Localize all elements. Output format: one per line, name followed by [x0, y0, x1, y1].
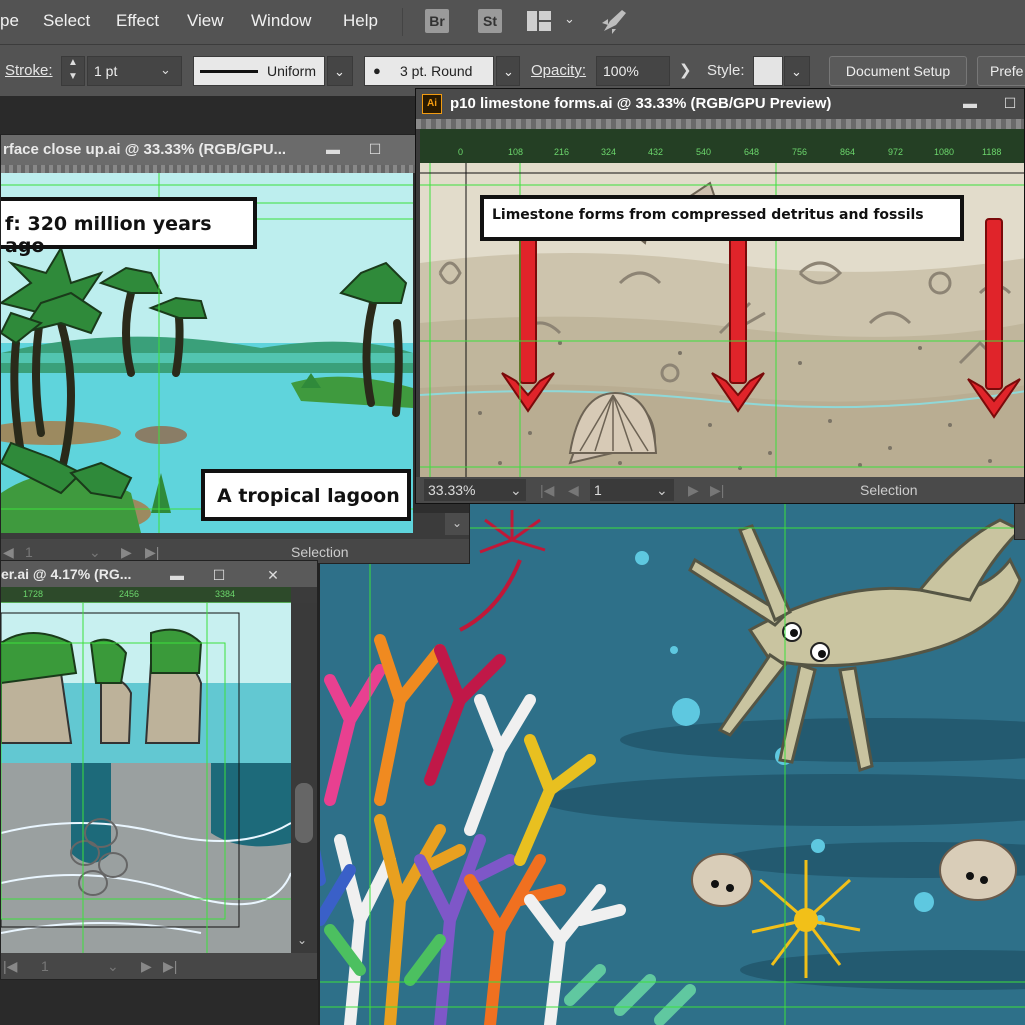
cave-artboard[interactable] — [1, 603, 291, 953]
chevron-down-icon[interactable]: ⌄ — [160, 62, 171, 78]
opacity-field[interactable]: 100% — [596, 56, 670, 86]
transparency-strip — [1, 165, 469, 173]
document-setup-button[interactable]: Document Setup — [829, 56, 967, 86]
gpu-performance-rocket-icon[interactable] — [600, 7, 630, 35]
minimize-button[interactable]: ▬ — [163, 561, 191, 587]
profile-dropdown[interactable]: ⌄ — [327, 56, 353, 86]
graphic-style-swatch[interactable] — [753, 56, 783, 86]
lagoon-artboard[interactable]: f: 320 million years ago A tropical lago… — [1, 173, 413, 533]
scrollbar-thumb[interactable] — [295, 783, 313, 843]
lagoon-window-tab[interactable]: rface close up.ai @ 33.33% (RGB/GPU... — [1, 135, 469, 165]
reef-document-canvas[interactable] — [318, 500, 1025, 1025]
menu-type[interactable]: pe — [0, 11, 19, 31]
bridge-button[interactable]: Br — [425, 9, 449, 33]
reef-illustration — [320, 500, 1025, 1025]
menu-window[interactable]: Window — [251, 11, 311, 31]
chevron-down-icon[interactable]: ⌄ — [564, 11, 575, 27]
artboard-field[interactable]: 1 ⌄ — [590, 479, 674, 501]
chevron-up-icon[interactable]: ▲ — [68, 57, 78, 68]
cave-document-window[interactable]: er.ai @ 4.17% (RG... ▬ ☐ ✕ 1728 2456 338… — [0, 560, 318, 980]
style-label: Style: — [707, 62, 745, 79]
arrange-documents-icon[interactable] — [527, 11, 553, 31]
horizontal-ruler: 1728 2456 3384 — [1, 587, 291, 603]
menu-view[interactable]: View — [187, 11, 224, 31]
close-icon[interactable]: ✕ — [259, 561, 287, 587]
next-artboard-icon[interactable]: ▶ — [141, 953, 152, 979]
chevron-down-icon[interactable]: ⌄ — [107, 953, 119, 979]
illustrator-app-icon: Ai — [422, 94, 442, 114]
maximize-button[interactable]: ☐ — [205, 561, 233, 587]
prev-artboard-icon[interactable]: |◀ — [3, 953, 17, 979]
horizontal-ruler: 0 108 216 324 432 540 648 756 864 972 10… — [420, 129, 1024, 163]
status-label[interactable]: Selection — [860, 477, 918, 503]
menu-help[interactable]: Help — [343, 11, 378, 31]
menu-select[interactable]: Select — [43, 11, 90, 31]
maximize-button[interactable]: ☐ — [996, 89, 1024, 119]
menu-effect[interactable]: Effect — [116, 11, 159, 31]
artboard-number[interactable]: 1 — [41, 953, 49, 979]
limestone-artboard[interactable]: Limestone forms from compressed detritus… — [420, 163, 1024, 479]
style-dropdown[interactable]: ⌄ — [784, 56, 810, 86]
limestone-document-window[interactable]: Ai p10 limestone forms.ai @ 33.33% (RGB/… — [415, 88, 1025, 504]
brush-definition[interactable]: ● 3 pt. Round — [364, 56, 494, 86]
minimize-button[interactable]: ▬ — [319, 135, 347, 165]
preferences-button[interactable]: Prefe — [977, 56, 1025, 86]
stroke-label[interactable]: Stroke: — [5, 62, 53, 79]
limestone-window-tab[interactable]: Ai p10 limestone forms.ai @ 33.33% (RGB/… — [416, 89, 1024, 119]
prev-artboard-icon[interactable]: ◀ — [568, 477, 579, 503]
first-artboard-icon[interactable]: |◀ — [540, 477, 554, 503]
zoom-field[interactable]: 33.33% ⌄ — [424, 479, 526, 501]
stock-button[interactable]: St — [478, 9, 502, 33]
vertical-scrollbar[interactable]: ⌄ — [291, 603, 317, 953]
chevron-down-icon[interactable]: ⌄ — [297, 933, 307, 947]
transparency-strip — [416, 119, 1024, 129]
brush-dropdown[interactable]: ⌄ — [496, 56, 520, 86]
opacity-label[interactable]: Opacity: — [531, 62, 586, 79]
cave-illustration — [1, 603, 291, 953]
chevron-right-icon[interactable]: ❯ — [679, 61, 692, 79]
brush-dot-icon: ● — [373, 63, 381, 78]
stroke-line-preview — [200, 70, 258, 73]
limestone-status-bar: 33.33% ⌄ |◀ ◀ 1 ⌄ ▶ ▶| Selection — [416, 477, 1024, 503]
last-artboard-icon[interactable]: ▶| — [163, 953, 177, 979]
document-title: p10 limestone forms.ai @ 33.33% (RGB/GPU… — [450, 95, 832, 112]
document-title: rface close up.ai @ 33.33% (RGB/GPU... — [3, 141, 287, 158]
cave-status-bar: |◀ 1 ⌄ ▶ ▶| — [1, 953, 317, 979]
variable-width-profile[interactable]: Uniform — [193, 56, 325, 86]
document-title: er.ai @ 4.17% (RG... — [1, 566, 132, 582]
minimize-button[interactable]: ▬ — [956, 89, 984, 119]
limestone-caption[interactable]: Limestone forms from compressed detritus… — [480, 195, 964, 241]
lagoon-caption[interactable]: A tropical lagoon — [201, 469, 411, 521]
maximize-button[interactable]: ☐ — [361, 135, 389, 165]
lagoon-document-window[interactable]: rface close up.ai @ 33.33% (RGB/GPU... ▬… — [0, 134, 470, 564]
next-artboard-icon[interactable]: ▶ — [688, 477, 699, 503]
scroll-down-button[interactable] — [1014, 500, 1025, 540]
scroll-down-icon[interactable]: ⌄ — [445, 513, 469, 535]
chevron-down-icon[interactable]: ⌄ — [656, 479, 668, 501]
era-caption[interactable]: f: 320 million years ago — [1, 197, 257, 257]
chevron-down-icon[interactable]: ▼ — [68, 71, 78, 82]
last-artboard-icon[interactable]: ▶| — [710, 477, 724, 503]
chevron-down-icon[interactable]: ⌄ — [510, 479, 522, 501]
menu-bar: pe Select Effect View Window Help Br St … — [0, 0, 1025, 44]
stroke-stepper[interactable]: ▲ ▼ — [61, 56, 85, 86]
